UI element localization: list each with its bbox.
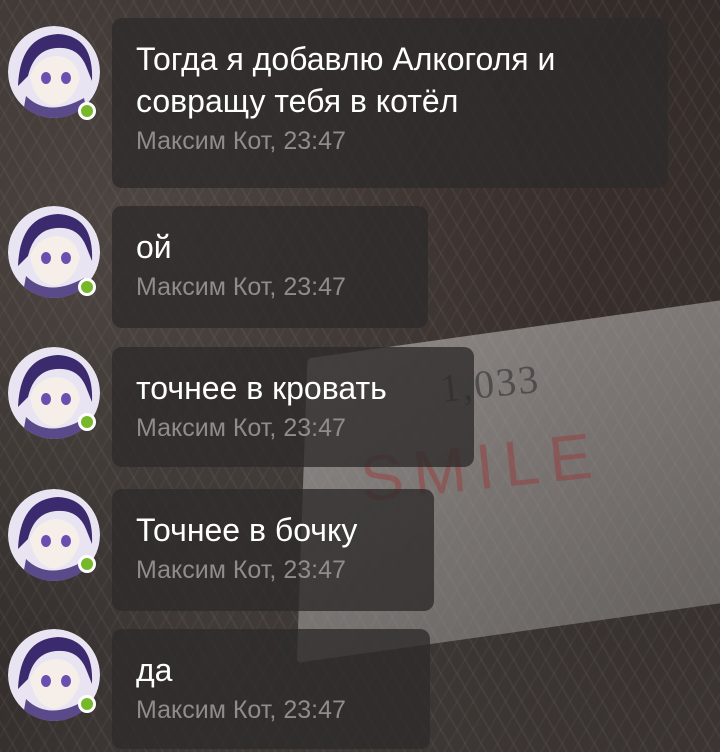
message-bubble[interactable]: ой Максим Кот, 23:47 xyxy=(112,206,428,328)
message-text: точнее в кровать xyxy=(136,370,387,406)
message-meta: Максим Кот, 23:47 xyxy=(136,127,346,155)
message-text: да xyxy=(136,652,173,688)
message-text: ой xyxy=(136,229,172,265)
online-status-dot xyxy=(78,102,96,120)
message-text: Тогда я добавлю Алкоголя и совращу тебя … xyxy=(136,41,556,119)
online-status-dot xyxy=(78,278,96,296)
message-meta: Максим Кот, 23:47 xyxy=(136,414,346,442)
online-status-dot xyxy=(78,695,96,713)
message-bubble[interactable]: да Максим Кот, 23:47 xyxy=(112,629,430,749)
message-text: Точнее в бочку xyxy=(136,512,358,548)
message-bubble[interactable]: Тогда я добавлю Алкоголя и совращу тебя … xyxy=(112,18,668,188)
message-bubble[interactable]: Точнее в бочку Максим Кот, 23:47 xyxy=(112,489,434,611)
message-bubble[interactable]: точнее в кровать Максим Кот, 23:47 xyxy=(112,347,474,467)
message-meta: Максим Кот, 23:47 xyxy=(136,273,346,301)
message-list: Тогда я добавлю Алкоголя и совращу тебя … xyxy=(0,0,720,752)
online-status-dot xyxy=(78,413,96,431)
message-meta: Максим Кот, 23:47 xyxy=(136,556,346,584)
online-status-dot xyxy=(78,555,96,573)
message-meta: Максим Кот, 23:47 xyxy=(136,696,346,724)
